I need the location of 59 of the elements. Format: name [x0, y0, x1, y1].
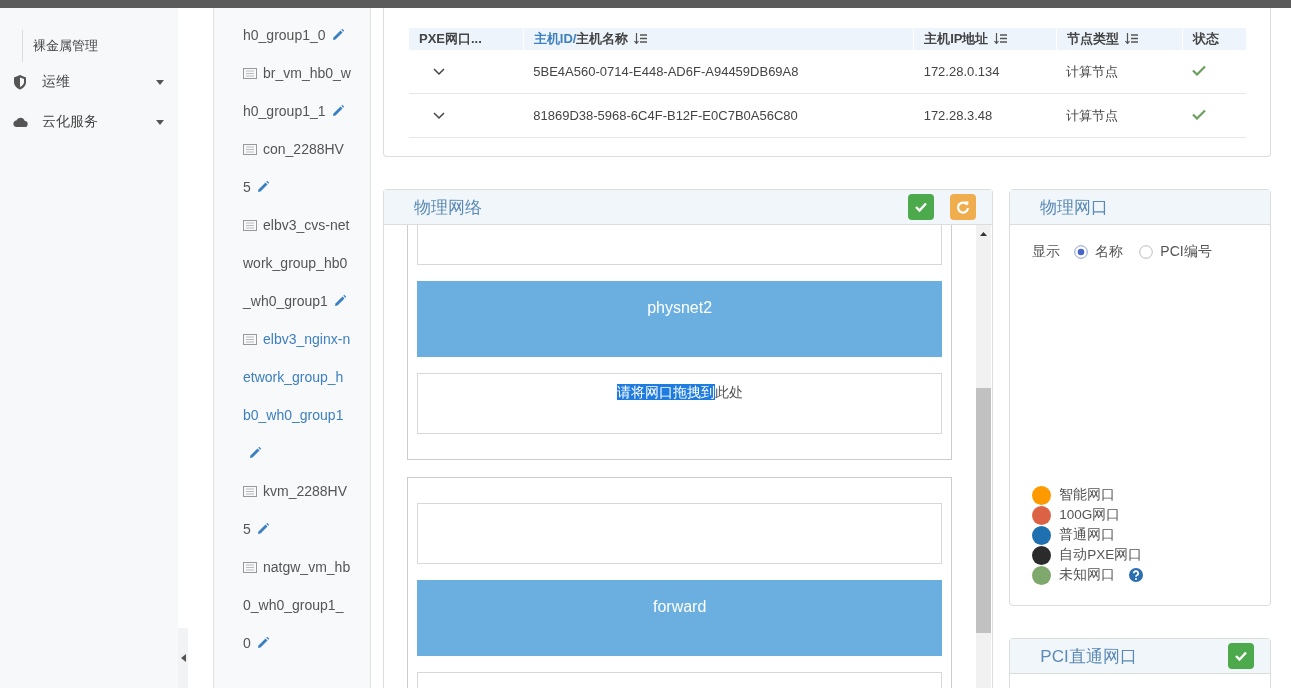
chip-icon: [243, 334, 257, 345]
column-header[interactable]: 主机IP地址: [913, 28, 1057, 50]
sort-icon[interactable]: [994, 33, 1008, 44]
edit-icon[interactable]: [255, 522, 270, 536]
chip-icon: [243, 68, 257, 79]
chip-icon: [243, 486, 257, 497]
legend-label: 自动PXE网口: [1059, 546, 1143, 564]
panel-title: 物理网口: [1040, 196, 1110, 219]
edit-icon[interactable]: [255, 636, 270, 650]
tree-node[interactable]: natgw_vm_hb0_wh0_group1_0: [243, 548, 351, 662]
radio-button[interactable]: [1074, 245, 1089, 259]
radio-button[interactable]: [1139, 245, 1154, 259]
column-header: PXE网口...: [408, 28, 524, 50]
scroll-up-icon[interactable]: [980, 232, 988, 236]
shield-icon: [12, 74, 28, 90]
drop-zone[interactable]: 请将网口拖拽到此处: [417, 373, 943, 434]
edit-icon[interactable]: [248, 446, 262, 460]
table-cell: 5BE4A560-0714-E448-AD6F-A94459DB69A8: [523, 50, 914, 94]
drop-hint: 请将网口拖拽到此处: [616, 384, 743, 402]
legend-label: 未知网口: [1059, 566, 1116, 584]
table-cell: 172.28.0.134: [913, 50, 1057, 94]
sidebar-item[interactable]: 云化服务: [0, 102, 178, 142]
sort-icon[interactable]: [1124, 33, 1138, 44]
help-icon[interactable]: [1129, 568, 1144, 582]
edit-icon[interactable]: [332, 294, 347, 308]
radio-option[interactable]: 名称: [1074, 243, 1124, 261]
tree-node[interactable]: elbv3_nginx-network_group_hb0_wh0_group1: [243, 320, 351, 472]
tree-node[interactable]: elbv3_cvs-network_group_hb0_wh0_group1: [243, 206, 351, 320]
legend-label: 100G网口: [1059, 506, 1121, 524]
table-cell: 计算节点: [1056, 93, 1183, 138]
table-cell: 计算节点: [1056, 50, 1183, 94]
column-header[interactable]: 节点类型: [1056, 28, 1183, 50]
confirm-button[interactable]: [1228, 643, 1254, 669]
chevron-icon[interactable]: [432, 68, 445, 76]
tree-node[interactable]: h0_group1_0: [243, 16, 351, 54]
table-cell: 172.28.3.48: [913, 93, 1057, 138]
collapse-handle[interactable]: [178, 628, 188, 688]
edit-icon[interactable]: [255, 180, 270, 194]
display-label: 显示: [1032, 243, 1061, 261]
panel-title: 物理网络: [414, 196, 483, 219]
scroll-thumb[interactable]: [976, 388, 992, 633]
sidebar-item[interactable]: 运维: [0, 62, 178, 102]
chevron-icon[interactable]: [432, 112, 445, 120]
chip-icon: [243, 562, 257, 573]
column-header[interactable]: 主机ID/主机名称: [523, 28, 914, 50]
column-header: 状态: [1182, 28, 1246, 50]
scrollbar[interactable]: [976, 225, 992, 688]
panel-title: PCI直通网口: [1040, 645, 1138, 668]
confirm-button[interactable]: [908, 194, 935, 220]
chip-icon: [243, 144, 257, 155]
legend-label: 智能网口: [1059, 486, 1116, 504]
chip-icon: [243, 220, 257, 231]
edit-icon[interactable]: [330, 104, 345, 118]
edit-icon[interactable]: [330, 28, 345, 42]
refresh-icon: [955, 199, 972, 215]
legend-label: 普通网口: [1059, 526, 1116, 544]
table-cell: 81869D38-5968-6C4F-B12F-E0C7B0A56C80: [523, 93, 914, 138]
radio-option[interactable]: PCI编号: [1139, 243, 1212, 261]
sort-icon[interactable]: [634, 33, 648, 44]
